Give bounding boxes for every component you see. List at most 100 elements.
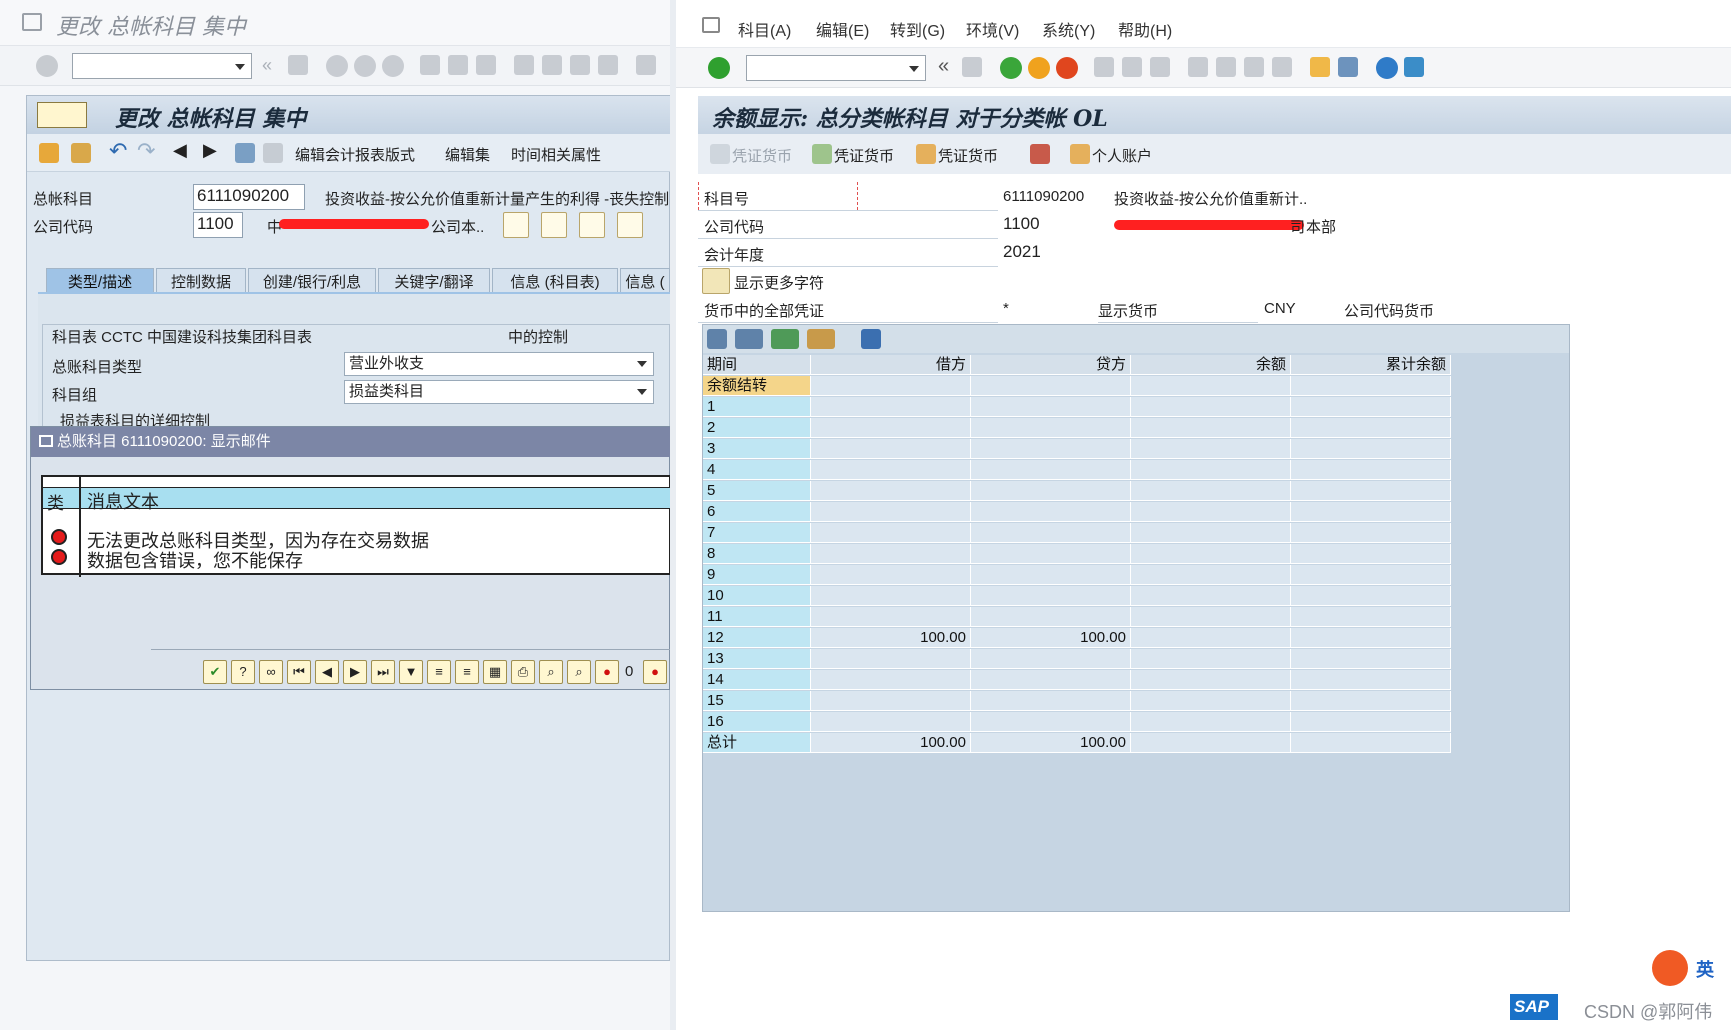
grid-value-cell[interactable]	[811, 691, 971, 711]
grid-value-cell[interactable]	[811, 649, 971, 669]
grid-value-cell[interactable]	[1291, 733, 1451, 753]
grid-value-cell[interactable]	[1291, 712, 1451, 732]
document-currency-icon[interactable]	[916, 144, 936, 164]
delete-icon[interactable]	[235, 143, 255, 163]
command-field[interactable]	[72, 53, 252, 79]
grid-value-cell[interactable]	[1131, 460, 1291, 480]
grid-value-cell[interactable]	[1131, 502, 1291, 522]
grid-period-cell[interactable]: 余额结转	[703, 376, 811, 396]
window-menu-icon[interactable]	[22, 13, 42, 31]
grid-value-cell[interactable]	[1291, 397, 1451, 417]
grid-value-cell[interactable]: 100.00	[811, 733, 971, 753]
grid-period-cell[interactable]: 6	[703, 502, 811, 522]
grid-value-cell[interactable]	[1131, 523, 1291, 543]
tab-control-data[interactable]: 控制数据	[156, 268, 246, 292]
grid-value-cell[interactable]	[811, 544, 971, 564]
grid-column-header[interactable]: 余额	[1131, 355, 1291, 375]
last-page-icon[interactable]	[1272, 57, 1292, 77]
stop-icon[interactable]: ●	[595, 660, 619, 684]
grid-period-cell[interactable]: 10	[703, 586, 811, 606]
next-page-icon[interactable]	[570, 55, 590, 75]
grid-value-cell[interactable]	[1291, 586, 1451, 606]
document-currency-button-disabled[interactable]: 凭证货币	[732, 145, 792, 166]
grid-period-cell[interactable]: 13	[703, 649, 811, 669]
tab-info-coa[interactable]: 信息 (科目表)	[492, 268, 618, 292]
first-page-icon[interactable]	[514, 55, 534, 75]
grid-value-cell[interactable]	[1291, 691, 1451, 711]
grid-period-cell[interactable]: 5	[703, 481, 811, 501]
undo-icon[interactable]: ↶	[109, 138, 127, 164]
error-led-icon[interactable]: ●	[643, 660, 667, 684]
cancel-icon[interactable]	[1056, 57, 1078, 79]
copy-icon[interactable]	[617, 212, 643, 238]
grid-column-header[interactable]: 贷方	[971, 355, 1131, 375]
layout-icon[interactable]: ▦	[483, 660, 507, 684]
grid-value-cell[interactable]	[971, 502, 1131, 522]
help-icon[interactable]	[1376, 57, 1398, 79]
enter-icon[interactable]	[36, 55, 58, 77]
grid-period-cell[interactable]: 2	[703, 418, 811, 438]
grid-value-cell[interactable]	[971, 418, 1131, 438]
create-icon[interactable]	[579, 212, 605, 238]
tab-keyword-translation[interactable]: 关键字/翻译	[378, 268, 490, 292]
grid-column-header[interactable]: 借方	[811, 355, 971, 375]
grid-value-cell[interactable]	[1291, 607, 1451, 627]
transaction-icon[interactable]	[37, 102, 87, 128]
individual-account-icon[interactable]	[1070, 144, 1090, 164]
new-session-icon[interactable]	[636, 55, 656, 75]
document-currency-button[interactable]: 凭证货币	[938, 145, 998, 166]
grid-value-cell[interactable]	[971, 586, 1131, 606]
grid-value-cell[interactable]	[811, 376, 971, 396]
filter-icon[interactable]: ▼	[399, 660, 423, 684]
grid-value-cell[interactable]	[1291, 544, 1451, 564]
time-dependent-button[interactable]: 时间相关属性	[511, 144, 601, 165]
grid-value-cell[interactable]	[1291, 460, 1451, 480]
grid-value-cell[interactable]	[1291, 670, 1451, 690]
glasses-icon[interactable]	[503, 212, 529, 238]
chevron-down-icon[interactable]	[637, 361, 647, 367]
grid-value-cell[interactable]	[1131, 586, 1291, 606]
account-group-select[interactable]: 损益类科目	[344, 380, 654, 404]
more-characters-icon[interactable]	[702, 268, 730, 294]
edit-fs-version-button[interactable]: 编辑会计报表版式	[295, 144, 415, 165]
ime-logo-icon[interactable]	[1652, 950, 1688, 986]
grid-period-cell[interactable]: 7	[703, 523, 811, 543]
chevron-down-icon[interactable]	[235, 64, 245, 70]
last-page-icon[interactable]	[598, 55, 618, 75]
grid-value-cell[interactable]	[1291, 481, 1451, 501]
grid-period-cell[interactable]: 8	[703, 544, 811, 564]
print-icon[interactable]: ⎙	[511, 660, 535, 684]
grid-value-cell[interactable]: 100.00	[811, 628, 971, 648]
grid-period-cell[interactable]: 1	[703, 397, 811, 417]
print-icon[interactable]	[1094, 57, 1114, 77]
prev-page-icon[interactable]	[1216, 57, 1236, 77]
grid-value-cell[interactable]	[811, 712, 971, 732]
export-icon[interactable]	[771, 329, 799, 349]
grid-period-cell[interactable]: 12	[703, 628, 811, 648]
grid-value-cell[interactable]	[811, 586, 971, 606]
grid-period-cell[interactable]: 11	[703, 607, 811, 627]
grid-value-cell[interactable]	[811, 607, 971, 627]
continue-check-icon[interactable]: ✔	[203, 660, 227, 684]
grid-column-header[interactable]: 累计余额	[1291, 355, 1451, 375]
details-icon[interactable]	[735, 329, 763, 349]
tab-type-description[interactable]: 类型/描述	[46, 268, 154, 292]
redo-icon[interactable]: ↷	[137, 138, 155, 164]
back-chevrons-icon[interactable]: «	[938, 55, 949, 78]
save-icon[interactable]	[288, 55, 308, 75]
grid-value-cell[interactable]: 100.00	[971, 733, 1131, 753]
back-icon[interactable]	[326, 55, 348, 77]
grid-value-cell[interactable]	[1291, 565, 1451, 585]
save-icon[interactable]	[962, 57, 982, 77]
edit-pencil-icon[interactable]	[541, 212, 567, 238]
grid-value-cell[interactable]	[1131, 733, 1291, 753]
company-code-field[interactable]: 1100	[193, 212, 243, 238]
grid-value-cell[interactable]	[1291, 376, 1451, 396]
grid-value-cell[interactable]: 100.00	[971, 628, 1131, 648]
exit-icon[interactable]	[354, 55, 376, 77]
document-currency-icon[interactable]	[710, 144, 730, 164]
find-next-icon[interactable]	[1150, 57, 1170, 77]
previous-icon[interactable]: ◀	[315, 660, 339, 684]
exit-icon[interactable]	[1028, 57, 1050, 79]
grid-value-cell[interactable]	[971, 439, 1131, 459]
